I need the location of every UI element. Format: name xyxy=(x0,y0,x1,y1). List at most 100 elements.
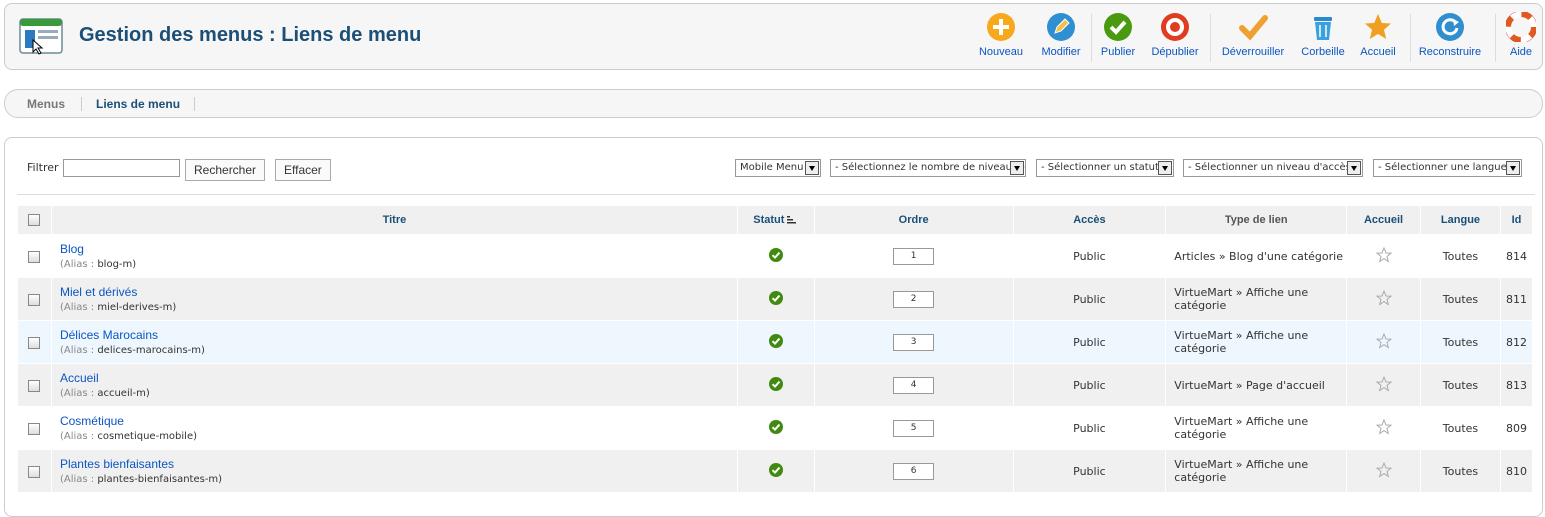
toolbar-divider xyxy=(1210,14,1211,62)
page-title: Gestion des menus : Liens de menu xyxy=(79,24,422,46)
item-title-link[interactable]: Plantes bienfaisantes xyxy=(60,457,737,471)
star-outline-icon[interactable] xyxy=(1375,418,1392,435)
col-title[interactable]: Titre xyxy=(51,206,737,234)
publish-label: Publier xyxy=(1100,46,1136,58)
order-input[interactable]: 6 xyxy=(893,462,935,480)
access-select[interactable]: - Sélectionner un niveau d'accès - xyxy=(1183,159,1363,177)
check-icon xyxy=(1104,13,1132,41)
star-outline-icon[interactable] xyxy=(1375,461,1392,478)
publish-button[interactable]: Publier xyxy=(1097,12,1139,68)
order-input[interactable]: 4 xyxy=(893,376,935,394)
levels-select[interactable]: - Sélectionnez le nombre de niveaux - xyxy=(830,159,1026,177)
row-checkbox[interactable] xyxy=(28,422,41,435)
levels-select-value: - Sélectionnez le nombre de niveaux - xyxy=(835,162,1025,173)
access-cell: Public xyxy=(1013,321,1166,363)
row-checkbox-cell xyxy=(18,235,51,277)
order-cell: 1 xyxy=(814,235,1013,277)
language-cell: Toutes xyxy=(1421,364,1500,406)
alias-label: (Alias : xyxy=(59,388,95,399)
type-cell: VirtueMart » Affiche une catégorie xyxy=(1166,450,1347,492)
status-cell xyxy=(737,364,814,406)
help-icon xyxy=(1506,12,1536,42)
id-cell: 812 xyxy=(1500,321,1532,363)
col-type[interactable]: Type de lien xyxy=(1166,206,1347,234)
home-cell xyxy=(1347,407,1421,449)
pencil-icon xyxy=(1047,13,1075,41)
star-outline-icon[interactable] xyxy=(1375,332,1392,349)
col-id[interactable]: Id xyxy=(1500,206,1532,234)
tab-divider xyxy=(81,97,82,111)
row-checkbox[interactable] xyxy=(28,379,41,392)
published-icon[interactable] xyxy=(768,376,783,391)
main-panel: Filtrer : Rechercher Effacer Mobile Menu… xyxy=(4,137,1543,517)
row-checkbox[interactable] xyxy=(28,465,41,478)
status-cell xyxy=(737,278,814,320)
clear-button[interactable]: Effacer xyxy=(275,159,331,181)
search-input[interactable] xyxy=(63,159,180,177)
trash-button[interactable]: Corbeille xyxy=(1297,12,1349,68)
alias-label: (Alias : xyxy=(59,302,95,313)
menu-select[interactable]: Mobile Menu xyxy=(735,159,821,177)
star-outline-icon[interactable] xyxy=(1375,289,1392,306)
unlock-button[interactable]: Déverrouiller xyxy=(1217,12,1289,68)
order-input[interactable]: 5 xyxy=(893,419,935,437)
status-select[interactable]: - Sélectionner un statut - xyxy=(1036,159,1174,177)
item-title-link[interactable]: Accueil xyxy=(60,371,737,385)
new-button[interactable]: Nouveau xyxy=(975,12,1027,68)
language-select[interactable]: - Sélectionner une langue - xyxy=(1373,159,1522,177)
col-access[interactable]: Accès xyxy=(1013,206,1166,234)
table-row: Plantes bienfaisantes (Alias : plantes-b… xyxy=(18,450,1532,492)
row-checkbox-cell xyxy=(18,321,51,363)
edit-button[interactable]: Modifier xyxy=(1035,12,1087,68)
tab-divider xyxy=(194,97,195,111)
unlock-label: Déverrouiller xyxy=(1221,46,1285,58)
order-cell: 5 xyxy=(814,407,1013,449)
order-input[interactable]: 3 xyxy=(893,333,935,351)
item-title-link[interactable]: Délices Marocains xyxy=(60,328,737,342)
table-header-row: Titre Statut Ordre Accès Type de lien Ac… xyxy=(18,206,1532,234)
alias-label: (Alias : xyxy=(59,345,95,356)
star-outline-icon[interactable] xyxy=(1375,246,1392,263)
published-icon[interactable] xyxy=(768,462,783,477)
unpublish-button[interactable]: Dépublier xyxy=(1147,12,1203,68)
row-checkbox-cell xyxy=(18,364,51,406)
tab-menus[interactable]: Menus xyxy=(27,97,65,111)
order-cell: 6 xyxy=(814,450,1013,492)
published-icon[interactable] xyxy=(768,419,783,434)
star-outline-icon[interactable] xyxy=(1375,375,1392,392)
col-status-label: Statut xyxy=(753,214,785,226)
row-checkbox[interactable] xyxy=(28,336,41,349)
home-cell xyxy=(1347,235,1421,277)
order-input[interactable]: 2 xyxy=(893,290,935,308)
menu-manager-icon xyxy=(19,18,63,55)
col-language[interactable]: Langue xyxy=(1421,206,1500,234)
type-cell: VirtueMart » Page d'accueil xyxy=(1166,364,1347,406)
subnav: Menus Liens de menu xyxy=(4,89,1543,118)
home-cell xyxy=(1347,278,1421,320)
col-home[interactable]: Accueil xyxy=(1347,206,1421,234)
item-title-link[interactable]: Blog xyxy=(60,242,737,256)
sort-icon xyxy=(787,215,797,224)
tab-menu-links[interactable]: Liens de menu xyxy=(96,97,180,111)
search-button[interactable]: Rechercher xyxy=(185,159,266,181)
item-title-link[interactable]: Miel et dérivés xyxy=(60,285,737,299)
language-cell: Toutes xyxy=(1421,407,1500,449)
col-order[interactable]: Ordre xyxy=(814,206,1013,234)
col-status[interactable]: Statut xyxy=(737,206,814,234)
chevron-down-icon xyxy=(1010,161,1024,175)
item-title-link[interactable]: Cosmétique xyxy=(60,414,737,428)
published-icon[interactable] xyxy=(768,247,783,262)
order-input[interactable]: 1 xyxy=(893,247,935,265)
select-all-checkbox[interactable] xyxy=(28,214,41,227)
row-checkbox[interactable] xyxy=(28,250,41,263)
toolbar-divider xyxy=(1091,14,1092,62)
title-cell: Accueil (Alias : accueil-m) xyxy=(51,364,737,406)
toolbar-divider xyxy=(1495,14,1496,62)
row-checkbox[interactable] xyxy=(28,293,41,306)
help-button[interactable]: Aide xyxy=(1503,12,1539,68)
rebuild-button[interactable]: Reconstruire xyxy=(1415,12,1485,68)
published-icon[interactable] xyxy=(768,290,783,305)
id-cell: 810 xyxy=(1500,450,1532,492)
published-icon[interactable] xyxy=(768,333,783,348)
home-button[interactable]: Accueil xyxy=(1355,12,1401,68)
